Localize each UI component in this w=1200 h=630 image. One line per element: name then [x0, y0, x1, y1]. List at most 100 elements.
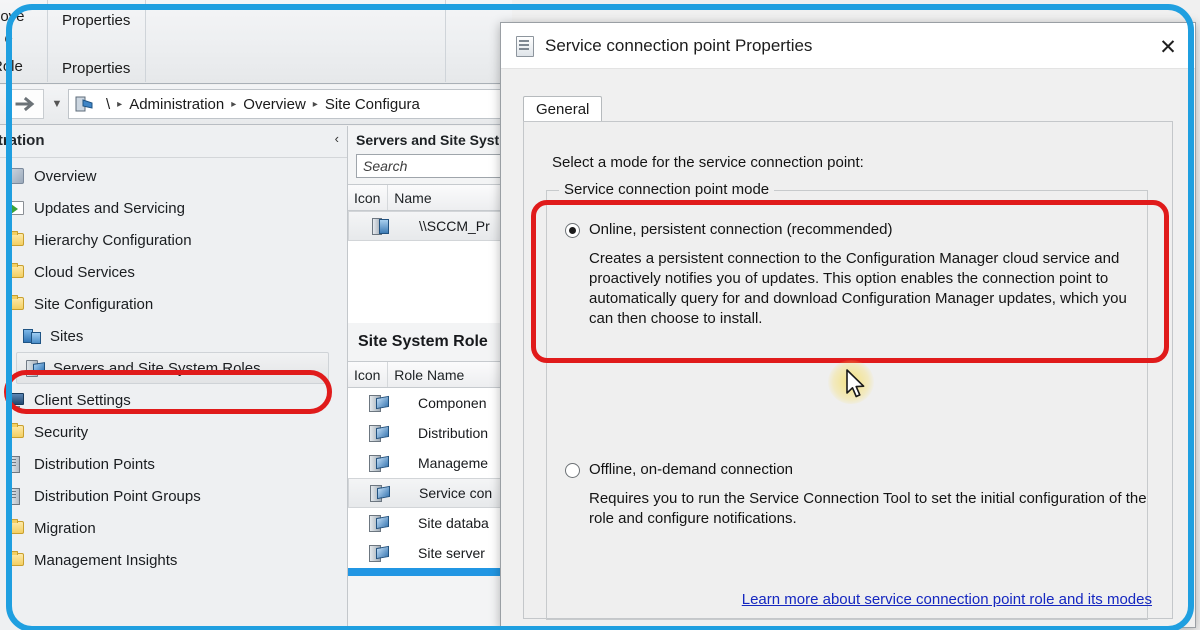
tab-general[interactable]: General	[523, 96, 603, 122]
close-icon[interactable]: ✕	[1151, 33, 1185, 61]
search-input[interactable]: Search	[356, 154, 506, 178]
sidebar-item-label: Security	[34, 423, 89, 441]
dialog-body: General Select a mode for the service co…	[501, 70, 1195, 627]
sidebar-item-management-insights[interactable]: Management Insights	[0, 544, 347, 576]
radio-offline-on-demand-connection[interactable]: Offline, on-demand connection	[565, 461, 793, 478]
role-name: Site databa	[418, 514, 489, 531]
column-header-icon[interactable]: Icon	[348, 185, 389, 210]
servers-grid-empty-space	[348, 241, 512, 323]
console-node-icon	[75, 96, 93, 112]
folder-icon	[6, 519, 26, 537]
service-connection-point-properties-dialog: Service connection point Properties ✕ Ge…	[500, 22, 1196, 628]
table-row[interactable]: Service con	[348, 478, 512, 508]
ribbon-button-properties-top[interactable]: Properties	[62, 12, 130, 29]
sidebar-item-migration[interactable]: Migration	[0, 512, 347, 544]
overview-icon	[6, 167, 26, 185]
ribbon-toolbar: nove o e Role Properties Properties	[0, 0, 512, 84]
collapse-pane-icon[interactable]: ‹	[335, 131, 339, 146]
breadcrumb[interactable]: \ ▸ Administration ▸ Overview ▸ Site Con…	[68, 89, 518, 119]
sidebar-item-label: Cloud Services	[34, 263, 135, 281]
sidebar-item-servers-and-site-system-roles[interactable]: Servers and Site System Roles	[16, 352, 329, 384]
navigation-pane: inistration ‹ Overview Updates and Servi…	[0, 126, 348, 630]
roles-grid-highlight-row	[348, 568, 512, 576]
radio-label-online: Online, persistent connection (recommend…	[589, 221, 893, 238]
sidebar-item-security[interactable]: Security	[0, 416, 347, 448]
column-header-name[interactable]: Name	[388, 185, 512, 210]
roles-grid: Icon Role Name Componen Distribution Man…	[348, 361, 512, 576]
tabstrip: General	[523, 96, 603, 122]
role-name: Manageme	[418, 454, 489, 471]
search-row: Search	[348, 154, 512, 184]
radio-button-online[interactable]	[565, 223, 580, 238]
ribbon-group-empty	[146, 0, 446, 82]
radio-button-offline[interactable]	[565, 463, 580, 478]
site-role-icon	[348, 454, 410, 472]
properties-icon	[515, 35, 535, 57]
folder-icon	[6, 551, 26, 569]
chevron-down-icon[interactable]: ▼	[48, 89, 66, 119]
radio-label-offline: Offline, on-demand connection	[589, 461, 794, 478]
sidebar-item-label: Distribution Point Groups	[34, 487, 201, 505]
dialog-title: Service connection point Properties	[545, 35, 813, 55]
roles-grid-header: Icon Role Name	[348, 362, 512, 388]
distribution-point-icon	[6, 487, 26, 505]
group-legend: Service connection point mode	[559, 181, 775, 198]
sidebar-item-label: Distribution Points	[34, 455, 155, 473]
sidebar-item-site-configuration[interactable]: Site Configuration	[0, 288, 347, 320]
server-name: \\SCCM_Pr	[419, 218, 490, 234]
breadcrumb-segment-administration[interactable]: Administration	[129, 96, 224, 113]
role-name: Distribution	[418, 424, 489, 441]
ribbon-label-role[interactable]: o e	[0, 30, 13, 47]
ribbon-button-properties-bottom[interactable]: Properties	[62, 60, 130, 77]
site-role-icon	[348, 424, 410, 442]
navigation-list: Overview Updates and Servicing Hierarchy…	[0, 158, 347, 576]
distribution-point-icon	[6, 455, 26, 473]
sidebar-item-overview[interactable]: Overview	[0, 160, 347, 192]
ribbon-label-remove[interactable]: nove	[0, 8, 25, 25]
sidebar-item-updates-and-servicing[interactable]: Updates and Servicing	[0, 192, 347, 224]
sidebar-item-label: Hierarchy Configuration	[34, 231, 192, 249]
sidebar-item-cloud-services[interactable]: Cloud Services	[0, 256, 347, 288]
sidebar-item-sites[interactable]: Sites	[0, 320, 347, 352]
servers-grid-header: Icon Name	[348, 185, 512, 211]
navigation-pane-title: inistration	[0, 132, 45, 149]
server-icon	[349, 217, 411, 235]
sidebar-item-label: Servers and Site System Roles	[53, 359, 261, 377]
radio-online-persistent-connection[interactable]: Online, persistent connection (recommend…	[565, 221, 893, 238]
forward-arrow-icon[interactable]	[6, 89, 44, 119]
service-connection-point-mode-group: Service connection point mode Online, pe…	[546, 181, 1148, 620]
role-name: Site server	[418, 544, 485, 561]
table-row[interactable]: Componen	[348, 388, 512, 418]
sites-icon	[22, 327, 42, 345]
navigation-pane-header: inistration ‹	[0, 126, 347, 158]
breadcrumb-segment-site-configuration[interactable]: Site Configura	[325, 96, 420, 113]
site-role-icon	[348, 544, 410, 562]
column-header-role-name[interactable]: Role Name	[388, 362, 512, 387]
breadcrumb-separator-icon: ▸	[312, 98, 318, 110]
sidebar-item-label: Updates and Servicing	[34, 199, 185, 217]
table-row[interactable]: \\SCCM_Pr	[348, 211, 512, 241]
sidebar-item-client-settings[interactable]: Client Settings	[0, 384, 347, 416]
table-row[interactable]: Site databa	[348, 508, 512, 538]
table-row[interactable]: Manageme	[348, 448, 512, 478]
breadcrumb-root[interactable]: \	[106, 96, 110, 113]
role-name: Service con	[419, 485, 493, 501]
table-row[interactable]: Distribution	[348, 418, 512, 448]
mode-prompt: Select a mode for the service connection…	[552, 154, 864, 171]
sidebar-item-hierarchy-configuration[interactable]: Hierarchy Configuration	[0, 224, 347, 256]
learn-more-link[interactable]: Learn more about service connection poin…	[742, 591, 1152, 608]
sidebar-item-distribution-point-groups[interactable]: Distribution Point Groups	[0, 480, 347, 512]
sidebar-item-label: Migration	[34, 519, 96, 537]
server-role-icon	[25, 359, 45, 377]
radio-description-offline: Requires you to run the Service Connecti…	[589, 490, 1147, 527]
results-pane: Servers and Site Syst Search Icon Name \…	[348, 126, 512, 630]
client-icon	[6, 391, 26, 409]
results-pane-title: Servers and Site Syst	[356, 132, 500, 148]
breadcrumb-segment-overview[interactable]: Overview	[243, 96, 306, 113]
ribbon-label-add-role[interactable]: Role	[0, 58, 23, 75]
radio-description-online: Creates a persistent connection to the C…	[589, 250, 1127, 327]
sidebar-item-distribution-points[interactable]: Distribution Points	[0, 448, 347, 480]
servers-grid: Icon Name \\SCCM_Pr	[348, 184, 512, 323]
table-row[interactable]: Site server	[348, 538, 512, 568]
column-header-icon[interactable]: Icon	[348, 362, 389, 387]
